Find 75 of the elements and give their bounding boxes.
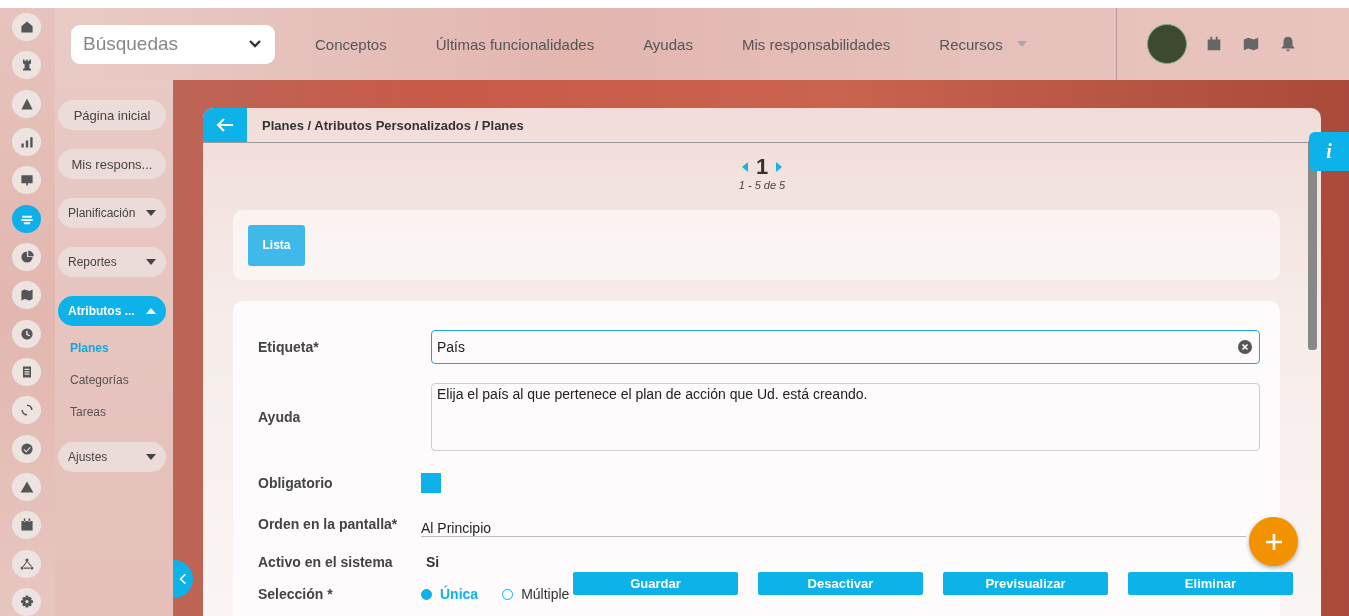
rail-button[interactable] <box>12 13 41 42</box>
bar-chart-icon <box>18 134 35 150</box>
rail-button[interactable] <box>12 319 41 348</box>
page-number: 1 <box>755 155 769 179</box>
clock-icon <box>18 325 35 342</box>
radio-button[interactable] <box>502 588 514 600</box>
pie-chart-icon <box>18 249 35 265</box>
field-label: Ayuda <box>258 409 302 425</box>
avatar[interactable] <box>1147 24 1187 64</box>
rail-button[interactable] <box>12 51 41 80</box>
field-label: Orden en la pantalla* <box>258 516 399 532</box>
info-tab[interactable]: i <box>1309 132 1349 171</box>
rail-button[interactable] <box>12 166 41 195</box>
rail-button[interactable] <box>12 396 41 425</box>
sidebar-item[interactable]: Atributos ... <box>58 296 166 326</box>
nav-link[interactable]: Mis responsabilidades <box>741 35 891 53</box>
settings-icon <box>18 593 35 610</box>
textarea-field[interactable]: Elija el país al que pertenece el plan de acción que Ud. está creando. <box>431 383 1260 451</box>
search-dropdown[interactable]: Búsquedas <box>71 24 275 64</box>
calendar-icon[interactable] <box>1205 35 1223 53</box>
nav-link[interactable]: Conceptos <box>315 35 387 53</box>
field-label: Selección * <box>258 586 334 602</box>
field-value: Si <box>426 554 440 570</box>
rail-button[interactable] <box>12 128 41 156</box>
breadcrumb: Planes / Atributos Personalizados / Planes <box>262 117 524 133</box>
caret-up-icon <box>146 308 156 314</box>
action-button[interactable]: Previsualizar <box>943 572 1108 595</box>
sidebar-item[interactable]: Página inicial <box>58 100 166 130</box>
rail-button[interactable] <box>12 511 41 540</box>
plus-icon <box>1263 531 1284 552</box>
bell-icon[interactable] <box>1279 35 1297 53</box>
rail-button[interactable] <box>12 549 41 578</box>
map-icon[interactable] <box>1241 35 1261 53</box>
nav-link[interactable]: Ayudas <box>643 35 693 53</box>
collapse-button[interactable] <box>173 560 193 598</box>
chevron-left-icon <box>179 573 187 585</box>
caret-down-icon <box>146 210 156 216</box>
radio-button[interactable] <box>421 588 432 600</box>
submenu-item[interactable]: Tareas <box>70 405 173 419</box>
action-button[interactable]: Guardar <box>573 572 738 595</box>
sidebar-item[interactable]: Mis respons... <box>58 149 166 179</box>
nav-link[interactable]: Últimas funcionalidades <box>435 35 595 53</box>
calendar-icon <box>18 517 35 534</box>
select-field[interactable]: Al Principio <box>421 511 1246 537</box>
record-range: 1 - 5 de 5 <box>738 179 786 191</box>
caret-down-icon <box>146 454 156 460</box>
arrow-left-icon <box>215 117 235 133</box>
caret-down-icon <box>146 259 156 265</box>
rail-button[interactable] <box>12 281 41 310</box>
radio-label: Única <box>440 586 479 602</box>
caret-down-icon <box>1016 41 1027 47</box>
text-field[interactable]: País <box>431 330 1260 364</box>
submenu-item[interactable]: Categorías <box>70 373 173 387</box>
rail-button[interactable] <box>12 587 41 616</box>
field-label: Obligatorio <box>258 475 334 491</box>
nav-link[interactable]: Recursos <box>939 35 1027 53</box>
field-label: Activo en el sistema <box>258 554 394 570</box>
rail-button[interactable] <box>12 434 41 463</box>
radio-label: Múltiple <box>521 586 570 602</box>
sidebar-item[interactable]: Reportes <box>58 247 166 277</box>
rail-button[interactable] <box>12 472 41 501</box>
rail-button[interactable] <box>12 357 41 386</box>
rail-button[interactable] <box>12 89 41 118</box>
rail-button[interactable] <box>12 242 41 271</box>
clear-icon[interactable] <box>1238 340 1252 354</box>
home-icon <box>18 19 35 35</box>
field-label: Etiqueta* <box>258 339 320 355</box>
sidebar-item[interactable]: Planificación <box>58 198 166 228</box>
check-icon <box>18 440 35 457</box>
map-icon <box>18 287 35 304</box>
action-button[interactable]: Desactivar <box>758 572 923 595</box>
presentation-icon <box>18 172 35 189</box>
action-button[interactable]: Eliminar <box>1128 572 1293 595</box>
checkbox[interactable] <box>421 473 441 493</box>
sidebar-item[interactable]: Ajustes <box>58 442 166 472</box>
